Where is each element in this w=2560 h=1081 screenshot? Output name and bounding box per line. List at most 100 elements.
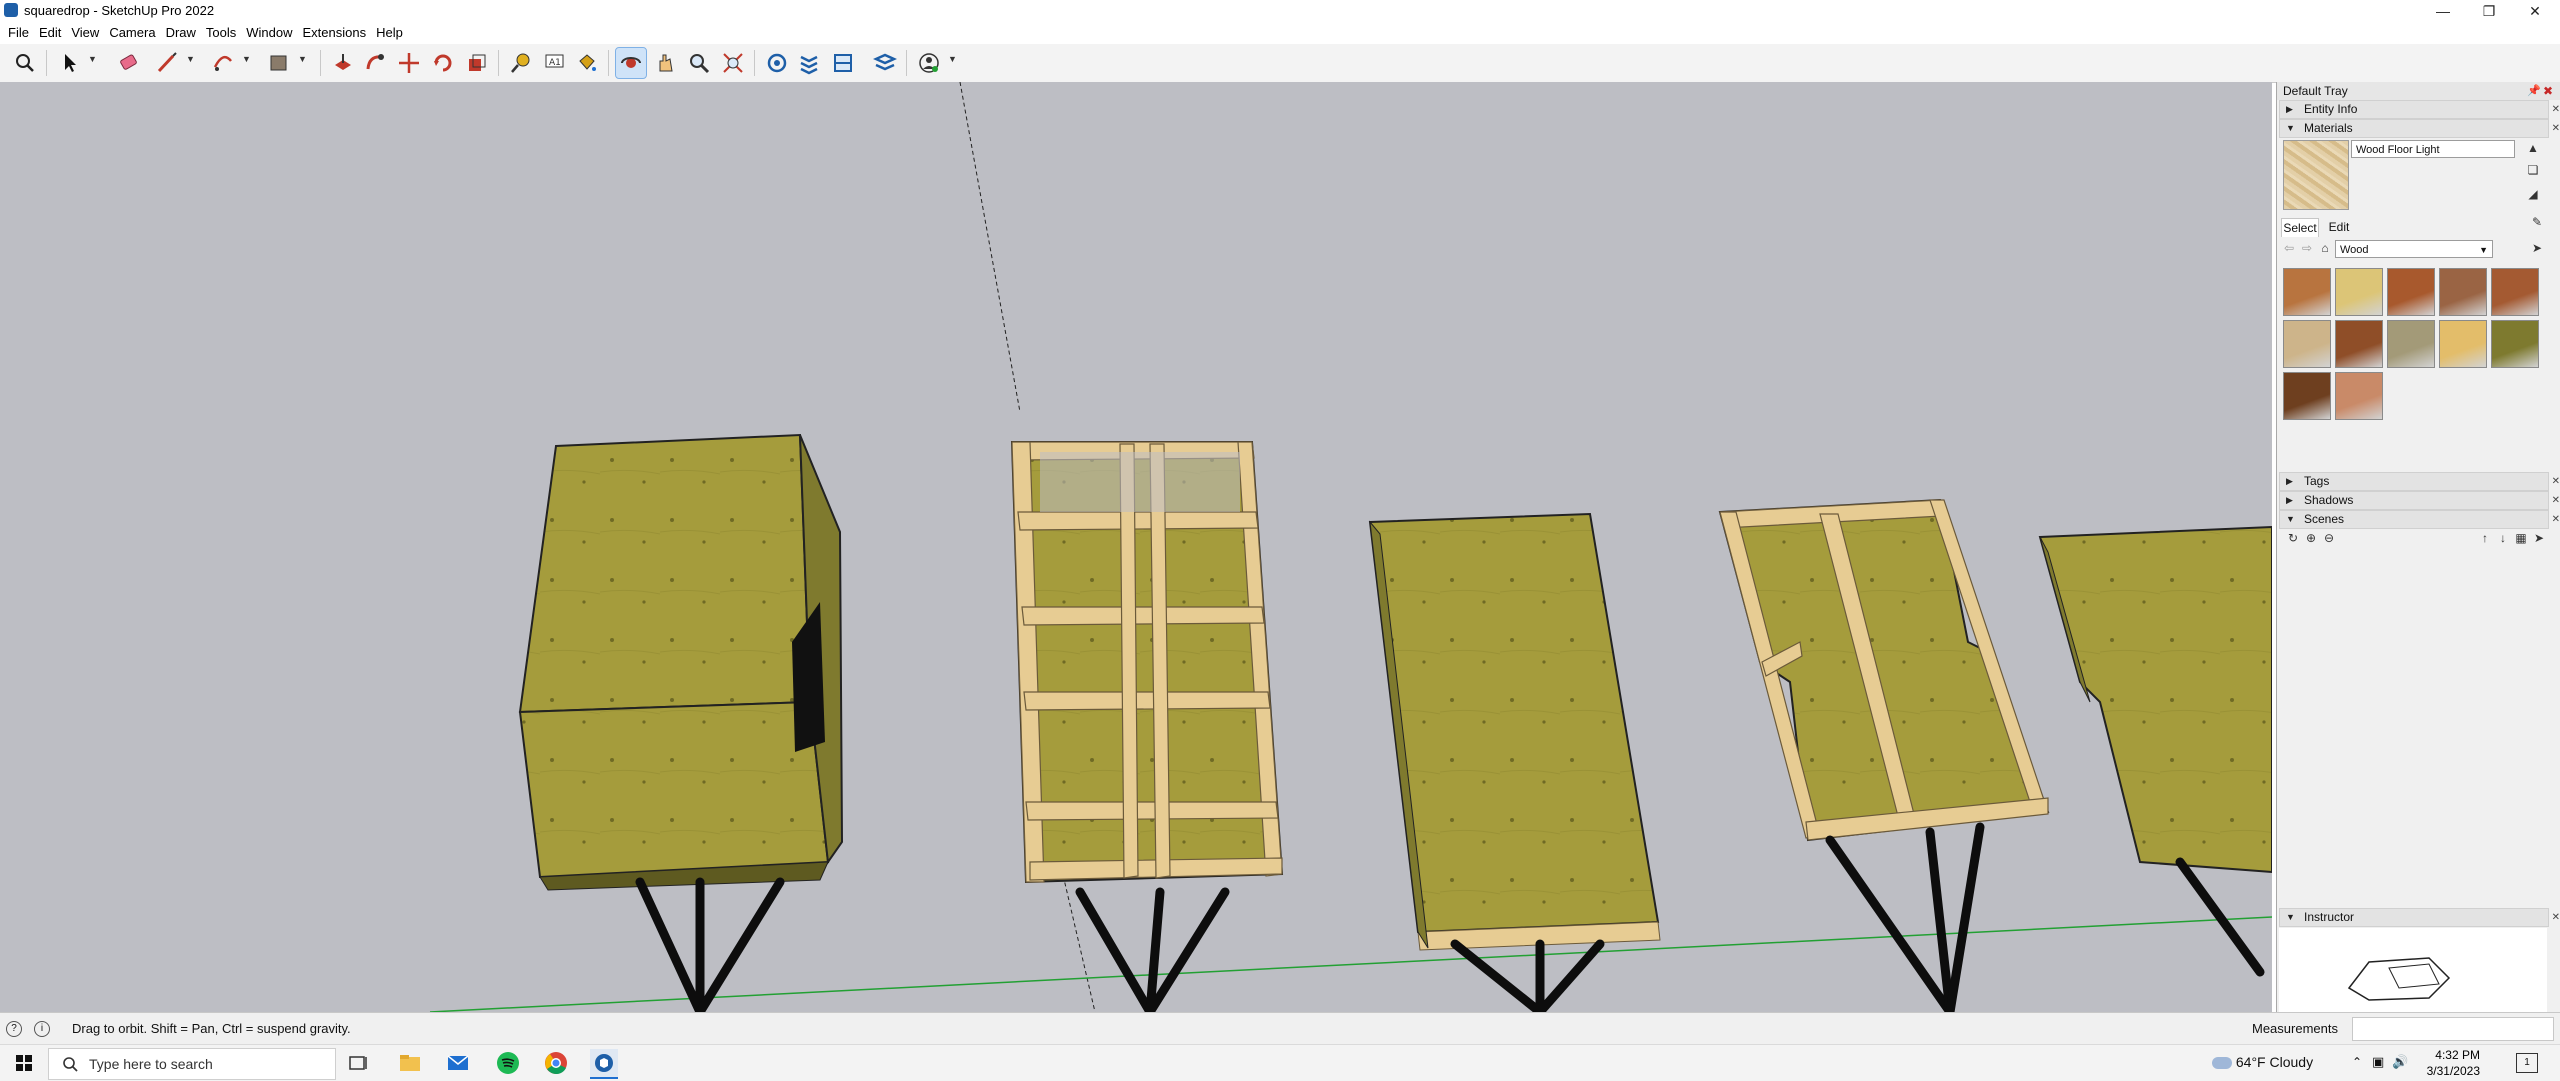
material-swatch[interactable] [2283,372,2331,420]
modeling-viewport[interactable] [0,82,2272,1012]
text-tool-button[interactable]: A1 [540,48,570,78]
move-tool-button[interactable] [394,48,424,78]
paint-bucket-tool-button[interactable] [572,48,602,78]
model-framed-board[interactable] [1718,498,2050,842]
tab-edit[interactable]: Edit [2321,218,2357,236]
panel-instructor[interactable]: ▼ Instructor ✕ [2279,908,2560,927]
taskbar-clock[interactable]: 4:32 PM 3/31/2023 [2400,1047,2480,1079]
remove-scene-icon[interactable]: ⊖ [2321,530,2337,546]
view-options-icon[interactable]: ▦ [2513,530,2529,546]
close-icon[interactable]: ✕ [2552,473,2560,490]
mail-icon[interactable] [444,1049,472,1077]
eraser-tool-button[interactable] [114,48,144,78]
close-button[interactable]: ✕ [2512,0,2558,22]
move-down-icon[interactable]: ↓ [2495,530,2511,546]
zoom-extents-tool-button[interactable] [718,48,748,78]
restore-button[interactable]: ❐ [2466,0,2512,22]
taskbar-search-box[interactable]: Type here to search [48,1048,336,1080]
weather-widget[interactable]: 64°F Cloudy [2212,1054,2313,1070]
material-swatch[interactable] [2439,320,2487,368]
account-icon[interactable] [914,48,944,78]
close-icon[interactable]: ✕ [2552,909,2560,926]
push-pull-tool-button[interactable] [328,48,358,78]
model-partial-board[interactable] [2038,525,2272,874]
material-swatch[interactable] [2283,320,2331,368]
create-material-icon[interactable]: ❏ [2525,162,2541,178]
panel-tags[interactable]: ▶ Tags ✕ [2279,472,2560,491]
scale-tool-button[interactable] [462,48,492,78]
geolocation-icon[interactable]: ? [6,1021,22,1037]
material-swatch[interactable] [2283,268,2331,316]
chevron-down-icon[interactable]: ▼ [186,54,196,70]
panel-entity-info[interactable]: ▶ Entity Info ✕ [2279,100,2560,119]
menu-tools[interactable]: Tools [201,22,241,44]
back-icon[interactable]: ⇦ [2281,240,2297,256]
paint-bucket-icon[interactable]: ▲ [2525,140,2541,156]
menu-view[interactable]: View [66,22,104,44]
default-material-icon[interactable]: ◢ [2525,186,2541,202]
extension-manager-button[interactable] [870,48,900,78]
menu-extensions[interactable]: Extensions [298,22,372,44]
menu-draw[interactable]: Draw [161,22,201,44]
material-name-field[interactable]: Wood Floor Light [2351,140,2515,158]
material-swatch[interactable] [2335,372,2383,420]
select-tool-button[interactable] [54,48,84,78]
panel-scenes[interactable]: ▼ Scenes ✕ [2279,510,2560,529]
tab-select[interactable]: Select [2281,218,2319,237]
file-explorer-icon[interactable] [396,1049,424,1077]
chevron-down-icon[interactable]: ▼ [298,54,308,70]
minimize-button[interactable]: — [2420,0,2466,22]
model-frame[interactable] [1010,441,1284,884]
material-swatch[interactable] [2335,320,2383,368]
spotify-icon[interactable] [494,1049,522,1077]
line-tool-button[interactable] [152,48,182,78]
close-icon[interactable]: ✕ [2552,101,2560,118]
material-swatch[interactable] [2439,268,2487,316]
network-icon[interactable]: ▣ [2372,1054,2384,1070]
notifications-icon[interactable]: 1 [2516,1053,2538,1073]
details-arrow-icon[interactable]: ➤ [2529,240,2545,256]
chevron-down-icon[interactable]: ▼ [242,54,252,70]
material-swatch[interactable] [2491,268,2539,316]
model-closed-box[interactable] [518,433,844,891]
chrome-icon[interactable] [542,1049,570,1077]
pan-tool-button[interactable] [650,48,680,78]
tape-measure-tool-button[interactable] [506,48,536,78]
menu-camera[interactable]: Camera [104,22,160,44]
layout-button[interactable] [828,48,858,78]
info-icon[interactable]: i [34,1021,50,1037]
add-scene-icon[interactable]: ⊕ [2303,530,2319,546]
chevron-down-icon[interactable]: ▼ [948,54,958,70]
sketchup-taskbar-icon[interactable] [590,1049,618,1079]
menu-file[interactable]: File [3,22,34,44]
zoom-tool-button[interactable] [684,48,714,78]
arc-tool-button[interactable] [208,48,238,78]
pin-icon[interactable]: 📌 [2527,82,2541,100]
refresh-icon[interactable]: ↻ [2285,530,2301,546]
move-up-icon[interactable]: ↑ [2477,530,2493,546]
close-icon[interactable]: ✖ [2543,82,2553,100]
task-view-icon[interactable] [344,1049,372,1077]
search-tool-button[interactable] [10,48,40,78]
material-swatch[interactable] [2387,268,2435,316]
menu-edit[interactable]: Edit [34,22,66,44]
material-swatch[interactable] [2335,268,2383,316]
measurements-input[interactable] [2352,1017,2554,1041]
eyedropper-icon[interactable]: ✎ [2529,214,2545,230]
chevron-up-icon[interactable]: ⌃ [2352,1055,2362,1069]
menu-help[interactable]: Help [371,22,408,44]
close-icon[interactable]: ✕ [2552,120,2560,137]
forward-icon[interactable]: ⇨ [2299,240,2315,256]
chevron-down-icon[interactable]: ▼ [88,54,98,70]
panel-materials[interactable]: ▼ Materials ✕ [2279,119,2560,138]
warehouse-button[interactable] [762,48,792,78]
extension-warehouse-button[interactable] [794,48,824,78]
close-icon[interactable]: ✕ [2552,492,2560,509]
orbit-tool-button[interactable] [615,47,647,79]
home-icon[interactable]: ⌂ [2317,240,2333,256]
model-flat-board[interactable] [1368,512,1661,951]
rectangle-tool-button[interactable] [264,48,294,78]
panel-shadows[interactable]: ▶ Shadows ✕ [2279,491,2560,510]
details-arrow-icon[interactable]: ➤ [2531,530,2547,546]
material-swatch[interactable] [2491,320,2539,368]
